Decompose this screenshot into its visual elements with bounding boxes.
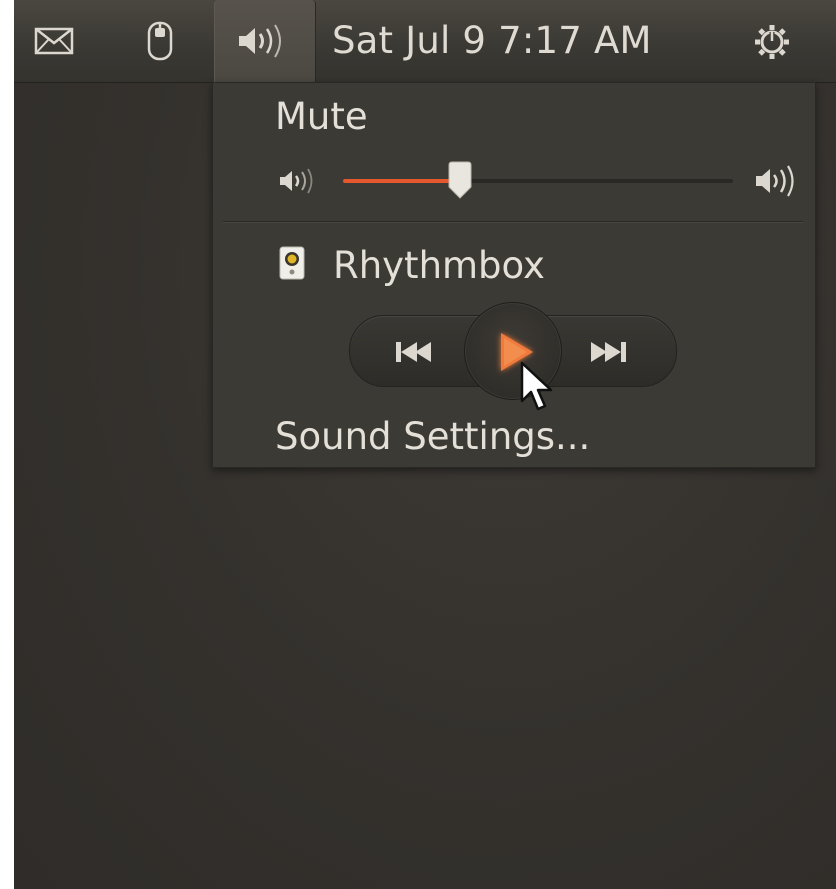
panel-clock[interactable]: Sat Jul 9 7:17 AM bbox=[332, 0, 652, 82]
media-transport-controls bbox=[349, 302, 677, 400]
power-gear-icon bbox=[755, 25, 789, 59]
sound-menu: Mute Rhythmbox Sound Settings... bbox=[212, 82, 816, 468]
volume-slider-thumb[interactable] bbox=[447, 161, 473, 199]
messaging-menu-button[interactable] bbox=[24, 0, 84, 82]
volume-slider-fill bbox=[343, 179, 460, 183]
mail-icon bbox=[34, 27, 74, 55]
desktop-background: Sat Jul 9 7:17 AM Mute Rhythmbox Sound S… bbox=[14, 0, 836, 889]
mute-menu-item[interactable]: Mute bbox=[275, 95, 368, 138]
top-panel: Sat Jul 9 7:17 AM bbox=[14, 0, 836, 83]
sound-indicator-button[interactable] bbox=[214, 0, 316, 82]
previous-icon bbox=[396, 342, 431, 362]
volume-slider[interactable] bbox=[343, 161, 733, 199]
sound-settings-menu-item[interactable]: Sound Settings... bbox=[275, 415, 590, 458]
speaker-icon bbox=[239, 24, 281, 58]
mouse-icon bbox=[147, 21, 173, 61]
next-icon bbox=[591, 342, 626, 362]
volume-low-icon bbox=[280, 168, 313, 194]
mouse-indicator-button[interactable] bbox=[132, 0, 188, 82]
previous-track-button[interactable] bbox=[390, 336, 440, 368]
next-track-button[interactable] bbox=[582, 336, 632, 368]
mouse-pointer-icon bbox=[520, 361, 553, 411]
volume-high-icon bbox=[756, 165, 794, 197]
menu-separator bbox=[223, 221, 803, 223]
session-menu-button[interactable] bbox=[742, 0, 802, 82]
player-name[interactable]: Rhythmbox bbox=[333, 244, 545, 287]
rhythmbox-speaker-icon bbox=[279, 246, 305, 280]
